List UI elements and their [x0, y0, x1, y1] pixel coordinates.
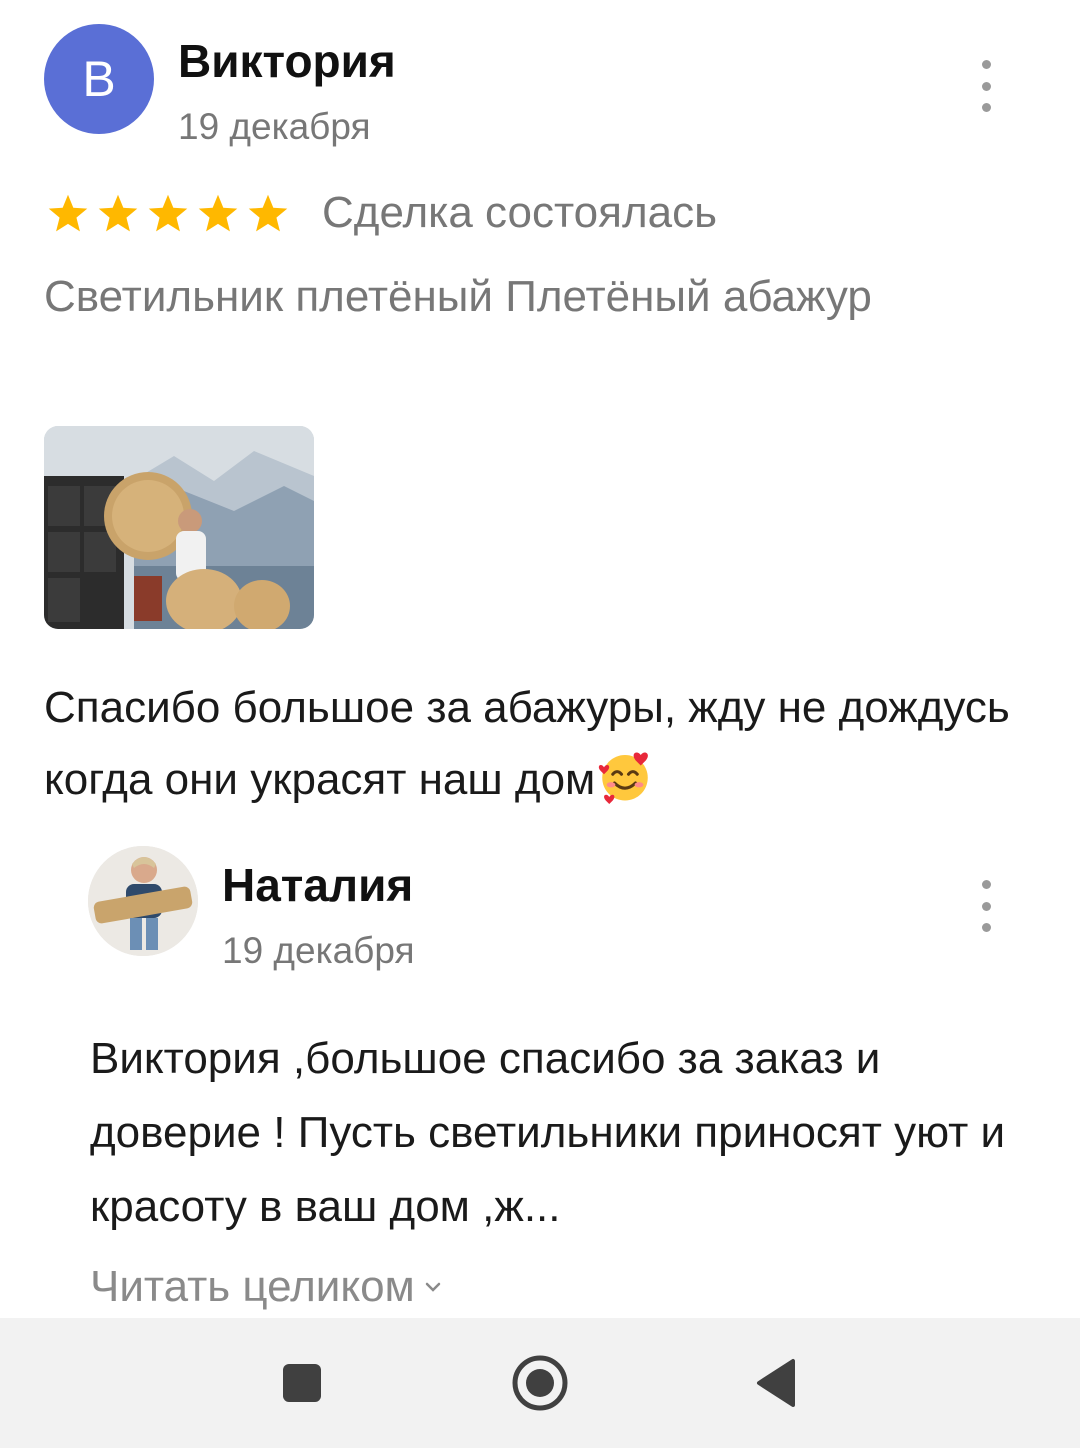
star-icon	[248, 194, 288, 232]
back-icon	[757, 1359, 795, 1407]
home-icon	[512, 1355, 568, 1411]
reply-more-menu-icon[interactable]	[976, 880, 996, 932]
author-avatar[interactable]: В	[44, 24, 154, 134]
home-button[interactable]	[480, 1318, 600, 1448]
review-text: Спасибо большое за абажуры, жду не дожду…	[44, 672, 1044, 816]
reply-author-name[interactable]: Наталия	[222, 858, 413, 912]
star-icon	[198, 194, 238, 232]
chevron-down-icon	[425, 1282, 441, 1292]
read-more-link[interactable]: Читать целиком	[90, 1262, 443, 1312]
smiling-face-with-hearts-icon	[599, 752, 649, 804]
rating-stars	[46, 192, 290, 236]
recent-apps-icon	[283, 1364, 321, 1402]
back-button[interactable]	[716, 1318, 836, 1448]
author-name[interactable]: Виктория	[178, 34, 396, 88]
star-icon	[148, 194, 188, 232]
review-photo[interactable]	[44, 426, 314, 629]
deal-status: Сделка состоялась	[322, 188, 718, 237]
review-text-body: Спасибо большое за абажуры, жду не дожду…	[44, 683, 1010, 804]
read-more-label: Читать целиком	[90, 1262, 415, 1311]
star-icon	[48, 194, 88, 232]
star-icon	[98, 194, 138, 232]
product-title[interactable]: Светильник плетёный Плетёный абажур	[44, 264, 944, 330]
reply-date: 19 декабря	[222, 930, 415, 971]
system-navigation-bar	[0, 1318, 1080, 1448]
recent-apps-button[interactable]	[242, 1318, 362, 1448]
review-more-menu-icon[interactable]	[976, 60, 996, 112]
reply-text: Виктория ,большое спасибо за заказ и дов…	[90, 1034, 1006, 1231]
reply-author-avatar[interactable]	[88, 846, 198, 956]
review-date: 19 декабря	[178, 106, 371, 147]
